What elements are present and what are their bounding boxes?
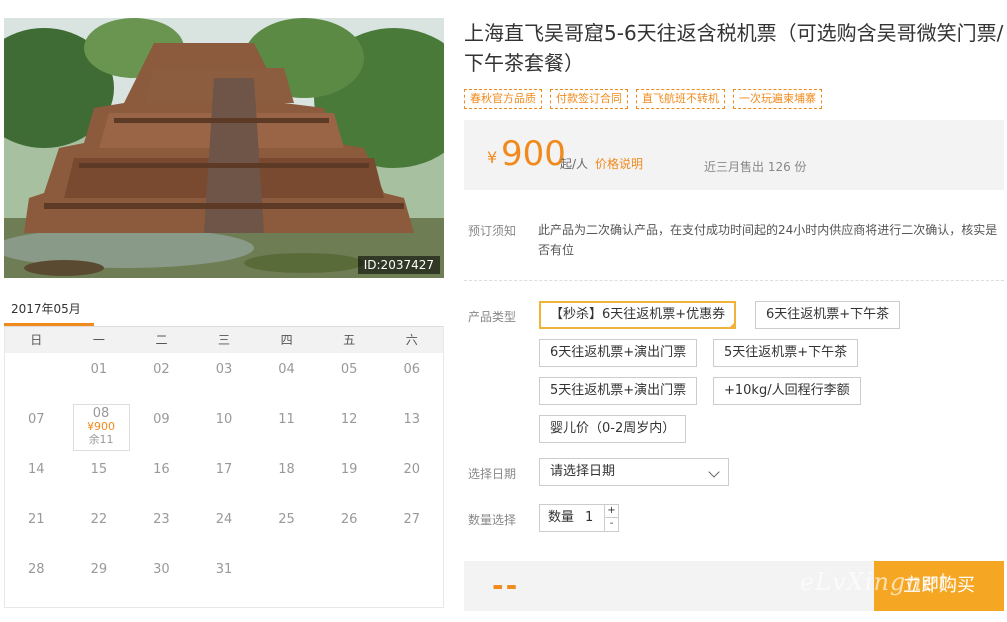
option-infant[interactable]: 婴儿价（0-2周岁内） xyxy=(539,415,687,443)
option-flash-sale[interactable]: 【秒杀】6天往返机票+优惠券 xyxy=(539,301,737,329)
calendar-day: 30 xyxy=(153,562,170,577)
calendar-day xyxy=(318,553,381,603)
calendar-day: 21 xyxy=(28,512,45,527)
calendar-day: 03 xyxy=(215,362,233,377)
weekday-mon: 一 xyxy=(92,333,105,347)
weekday-fri: 五 xyxy=(343,333,356,347)
option-5day-tea[interactable]: 5天往返机票+下午茶 xyxy=(713,339,859,367)
calendar-day: 07 xyxy=(28,412,45,427)
calendar-day xyxy=(380,553,443,603)
product-tags: 春秋官方品质 付款签订合同 直飞航班不转机 一次玩遍柬埔寨 xyxy=(464,89,822,109)
calendar-day-selected-box[interactable]: 08 ¥900 余11 xyxy=(72,404,130,451)
product-tag: 春秋官方品质 xyxy=(464,89,542,109)
notice-label: 预订须知 xyxy=(468,224,517,238)
calendar-day: 01 xyxy=(90,362,108,377)
calendar-day: 13 xyxy=(403,412,420,427)
calendar-day: 28 xyxy=(28,562,45,577)
calendar-day: 09 xyxy=(153,412,170,427)
product-photo: ID:2037427 xyxy=(4,18,444,278)
product-title: 上海直飞吴哥窟5-6天往返含税机票（可选购含吴哥微笑门票/下午茶套餐） xyxy=(464,21,1004,75)
calendar-day-number: 08 xyxy=(92,406,110,421)
calendar-day: 29 xyxy=(90,562,108,577)
weekday-tue: 二 xyxy=(155,333,168,347)
calendar-day: 12 xyxy=(340,412,358,427)
quantity-stepper[interactable]: 数量 1 + - xyxy=(539,504,619,532)
calendar-day: 22 xyxy=(90,512,108,527)
notice-text: 此产品为二次确认产品，在支付成功时间起的24小时内供应商将进行二次确认，核实是否… xyxy=(538,223,998,257)
temple-image xyxy=(4,18,444,278)
quantity-inner-label: 数量 xyxy=(548,510,575,525)
calendar-day xyxy=(255,553,318,603)
calendar-day-price: ¥900 xyxy=(87,420,116,433)
divider xyxy=(464,280,1004,281)
price-unit: 起/人 xyxy=(560,157,589,171)
weekday-sat: 六 xyxy=(405,333,418,347)
product-type-label: 产品类型 xyxy=(468,310,517,324)
sold-count: 近三月售出 126 份 xyxy=(704,160,807,174)
date-select[interactable]: 请选择日期 xyxy=(539,458,729,486)
calendar-day: 02 xyxy=(153,362,170,377)
total-price: -- xyxy=(492,569,520,602)
calendar-day: 31 xyxy=(215,562,233,577)
calendar-day: 23 xyxy=(153,512,170,527)
option-6day-show[interactable]: 6天往返机票+演出门票 xyxy=(539,339,698,367)
calendar-day xyxy=(5,353,68,403)
price-explanation-link[interactable]: 价格说明 xyxy=(595,155,643,172)
calendar-month-tab[interactable]: 2017年05月 xyxy=(4,296,94,326)
calendar-day-available[interactable]: 08 ¥900 余11 xyxy=(68,403,131,453)
calendar-day-stock: 余11 xyxy=(88,433,114,446)
calendar-day: 05 xyxy=(340,362,358,377)
chevron-down-icon xyxy=(708,466,720,478)
price-value: 900 xyxy=(501,134,566,174)
price-box: ¥ 900 起/人 价格说明 近三月售出 126 份 xyxy=(464,120,1004,190)
calendar-day: 11 xyxy=(278,412,295,427)
product-tag: 付款签订合同 xyxy=(550,89,628,109)
quantity-value[interactable]: 1 xyxy=(585,505,593,531)
quantity-minus-button[interactable]: - xyxy=(605,518,618,531)
currency-symbol: ¥ xyxy=(487,148,498,167)
option-5day-show[interactable]: 5天往返机票+演出门票 xyxy=(539,377,698,405)
calendar: 日 一 二 三 四 五 六 01 02 03 04 05 06 07 08 ¥9… xyxy=(4,326,444,608)
product-tag: 一次玩遍柬埔寨 xyxy=(733,89,822,109)
date-select-text: 请选择日期 xyxy=(550,464,616,479)
calendar-day: 19 xyxy=(340,462,358,477)
product-tag: 直飞航班不转机 xyxy=(636,89,725,109)
calendar-day: 04 xyxy=(278,362,295,377)
watermark: eLvXingnet xyxy=(800,568,949,596)
calendar-day: 18 xyxy=(278,462,295,477)
weekday-wed: 三 xyxy=(218,333,231,347)
quantity-buttons: + - xyxy=(604,505,618,531)
image-id-label: ID:2037427 xyxy=(357,256,440,274)
option-extra-luggage[interactable]: +10kg/人回程行李额 xyxy=(713,377,861,405)
calendar-day: 15 xyxy=(90,462,108,477)
calendar-day: 24 xyxy=(215,512,233,527)
date-label: 选择日期 xyxy=(468,467,517,481)
calendar-day: 10 xyxy=(215,412,233,427)
calendar-day: 27 xyxy=(403,512,420,527)
weekday-sun: 日 xyxy=(30,333,43,347)
calendar-weekday-header: 日 一 二 三 四 五 六 xyxy=(5,327,443,353)
weekday-thu: 四 xyxy=(280,333,293,347)
calendar-day: 25 xyxy=(278,512,295,527)
calendar-day: 26 xyxy=(340,512,358,527)
calendar-grid: 01 02 03 04 05 06 07 08 ¥900 余11 09 10 1… xyxy=(5,353,443,603)
calendar-day: 14 xyxy=(28,462,45,477)
option-6day-tea[interactable]: 6天往返机票+下午茶 xyxy=(755,301,901,329)
calendar-day: 17 xyxy=(215,462,233,477)
calendar-day: 16 xyxy=(153,462,170,477)
calendar-day: 20 xyxy=(403,462,420,477)
calendar-day: 06 xyxy=(403,362,420,377)
quantity-plus-button[interactable]: + xyxy=(605,505,618,518)
quantity-label: 数量选择 xyxy=(468,513,517,527)
